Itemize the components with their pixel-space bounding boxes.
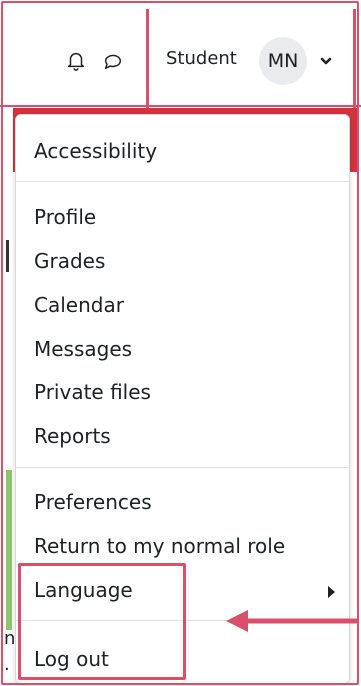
menu-item-language[interactable]: Language [34,578,133,602]
chat-bubble-icon[interactable] [102,50,124,72]
menu-item-preferences[interactable]: Preferences [34,490,152,514]
menu-item-profile[interactable]: Profile [34,205,96,229]
menu-item-private-files[interactable]: Private files [34,380,151,404]
arrow-left-icon [226,610,358,632]
bell-icon[interactable] [65,49,87,71]
menu-divider [16,467,349,468]
background-green-strip [6,470,12,630]
avatar-initials: MN [267,50,299,72]
menu-item-log-out[interactable]: Log out [34,647,109,671]
background-text: n [4,628,16,649]
menu-item-reports[interactable]: Reports [34,424,111,448]
chevron-down-icon[interactable] [319,54,333,68]
menu-item-grades[interactable]: Grades [34,249,105,273]
role-label: Student [166,48,237,69]
user-menu-dropdown: Accessibility Profile Grades Calendar Me… [15,114,350,684]
background-line [6,240,9,272]
page-header: Student MN [0,0,361,107]
menu-item-messages[interactable]: Messages [34,337,132,361]
menu-divider [16,181,349,182]
caret-right-icon [328,586,335,598]
background-text: . [4,654,10,675]
menu-item-accessibility[interactable]: Accessibility [34,139,157,163]
menu-item-return-to-normal-role[interactable]: Return to my normal role [34,534,285,558]
menu-item-calendar[interactable]: Calendar [34,293,124,317]
avatar[interactable]: MN [259,37,307,85]
